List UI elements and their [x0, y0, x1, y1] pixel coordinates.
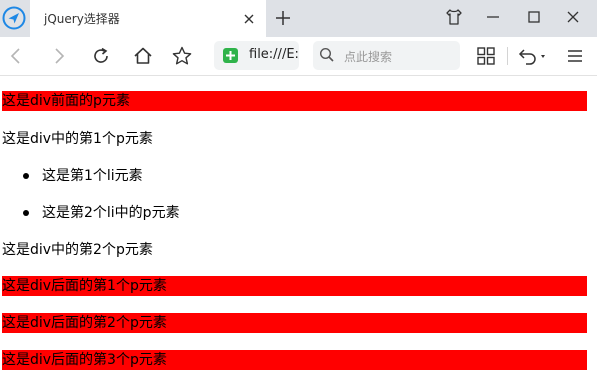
list-item-1: 这是第1个li元素	[42, 168, 143, 184]
menu-hamburger-icon[interactable]	[564, 45, 586, 67]
list-item-2: 这是第2个li中的p元素	[42, 205, 180, 221]
paragraph-after-div-1: 这是div后面的第1个p元素	[2, 276, 587, 296]
forward-arrow-icon[interactable]	[48, 45, 70, 67]
toolbar-divider	[507, 47, 508, 65]
div-paragraph-2: 这是div中的第2个p元素	[2, 242, 153, 258]
tab-strip: jQuery选择器	[0, 0, 597, 37]
home-icon[interactable]	[132, 45, 154, 67]
tshirt-skin-icon[interactable]	[443, 6, 465, 28]
close-tab-icon[interactable]	[242, 11, 256, 25]
list-bullet	[23, 210, 29, 216]
paragraph-after-div-2: 这是div后面的第2个p元素	[2, 313, 587, 333]
address-bar[interactable]: file:///E:/	[214, 41, 299, 70]
undo-dropdown-icon[interactable]	[517, 45, 551, 67]
tab-jquery-selector[interactable]: jQuery选择器	[30, 0, 266, 37]
list-bullet	[23, 173, 29, 179]
secure-shield-icon	[223, 48, 238, 63]
back-arrow-icon[interactable]	[5, 45, 27, 67]
refresh-icon[interactable]	[90, 45, 112, 67]
browser-logo-icon	[2, 6, 26, 30]
tab-title: jQuery选择器	[44, 12, 120, 26]
search-icon	[319, 47, 335, 63]
paragraph-before-div: 这是div前面的p元素	[2, 91, 587, 111]
search-placeholder: 点此搜索	[344, 50, 393, 64]
url-text[interactable]: file:///E:/	[249, 47, 299, 62]
grid-apps-icon[interactable]	[475, 45, 497, 67]
new-tab-plus-icon[interactable]	[274, 9, 292, 27]
navigation-toolbar: file:///E:/ 点此搜索	[0, 37, 597, 76]
minimize-icon[interactable]	[482, 6, 504, 28]
close-window-icon[interactable]	[562, 6, 584, 28]
div-paragraph-1: 这是div中的第1个p元素	[2, 131, 153, 147]
maximize-icon[interactable]	[523, 6, 545, 28]
bookmark-star-icon[interactable]	[171, 45, 193, 67]
search-box[interactable]: 点此搜索	[313, 41, 460, 70]
paragraph-after-div-3: 这是div后面的第3个p元素	[2, 350, 587, 370]
